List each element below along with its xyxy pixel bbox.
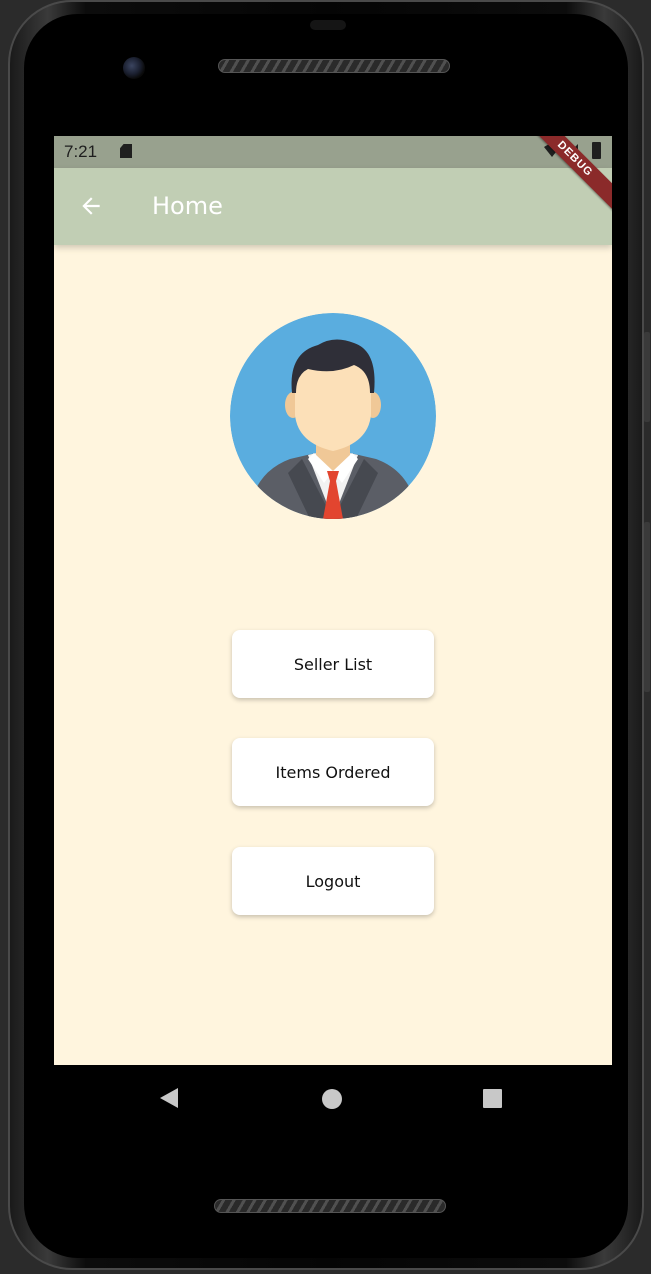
top-speaker-grille (218, 59, 450, 73)
status-bar: 7:21 (54, 136, 612, 168)
arrow-back-icon[interactable] (78, 193, 104, 219)
status-time: 7:21 (64, 142, 98, 161)
page-title: Home (152, 192, 223, 220)
nav-home-circle-icon[interactable] (322, 1089, 342, 1109)
volume-button (644, 332, 650, 422)
logout-button[interactable]: Logout (232, 847, 434, 915)
front-camera (123, 57, 145, 79)
app-bar: Home (54, 168, 612, 245)
power-button (644, 522, 650, 692)
bottom-speaker-grille (214, 1199, 446, 1213)
battery-icon (592, 142, 601, 159)
app-screen: 7:21 Home DEBUG Seller List Items Ordere… (54, 136, 612, 1065)
nav-back-triangle-icon[interactable] (160, 1088, 178, 1108)
seller-list-button[interactable]: Seller List (232, 630, 434, 698)
sd-card-icon (120, 144, 132, 158)
businessman-avatar-icon (230, 313, 436, 519)
earpiece-slot (310, 20, 346, 30)
nav-recent-square-icon[interactable] (483, 1089, 502, 1108)
system-nav-bar (54, 1065, 612, 1133)
items-ordered-button[interactable]: Items Ordered (232, 738, 434, 806)
